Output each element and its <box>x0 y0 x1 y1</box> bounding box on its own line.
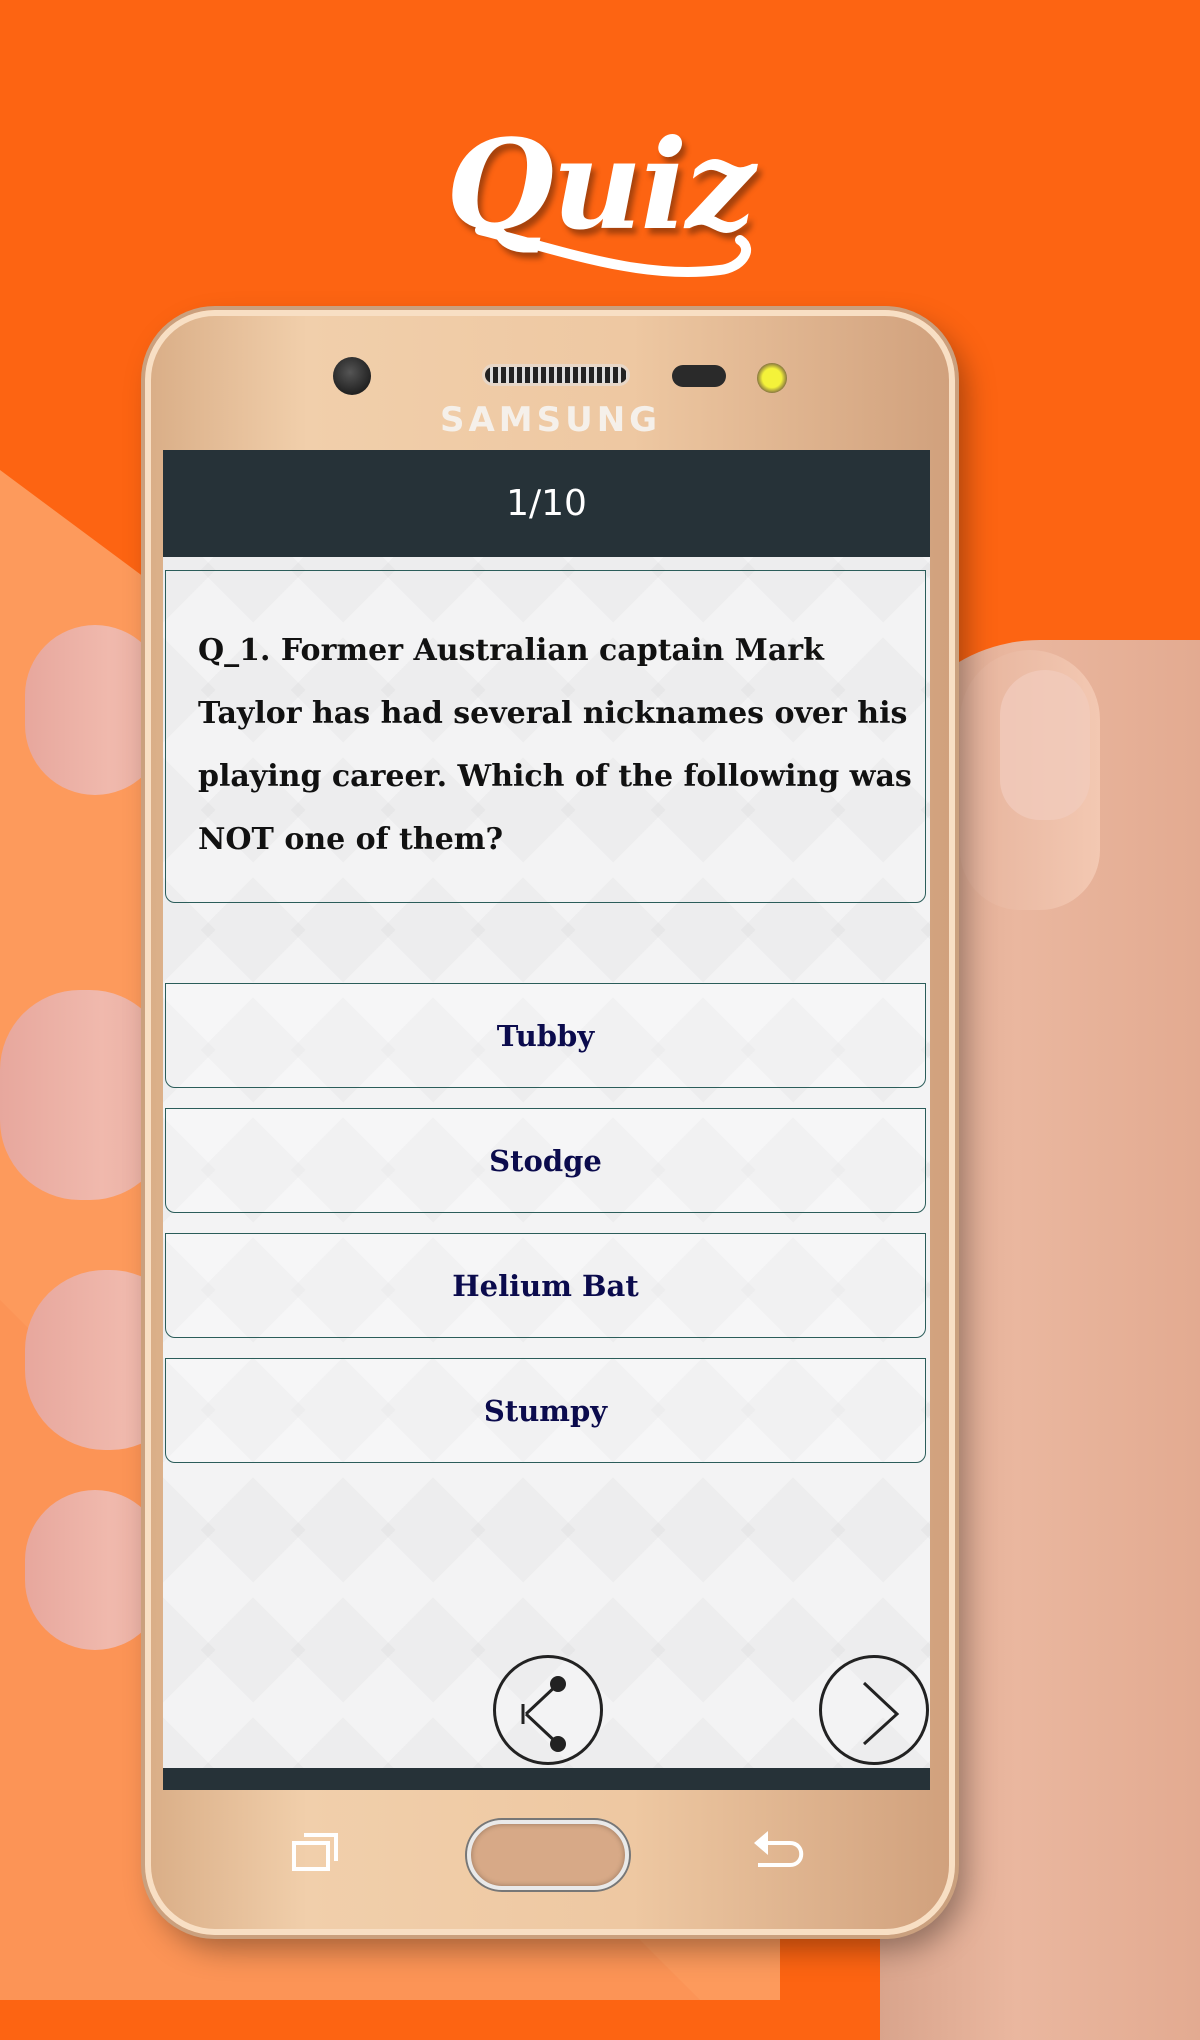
device-brand: SAMSUNG <box>440 400 662 440</box>
answer-option-4[interactable]: Stumpy <box>165 1358 926 1463</box>
proximity-sensor <box>672 365 726 387</box>
earpiece-speaker <box>482 364 630 386</box>
notification-led <box>757 363 787 393</box>
answer-option-2[interactable]: Stodge <box>165 1108 926 1213</box>
answer-option-3[interactable]: Helium Bat <box>165 1233 926 1338</box>
thumb-nail <box>1000 670 1090 820</box>
quiz-logo: Quiz <box>430 80 770 290</box>
answer-label: Helium Bat <box>452 1268 639 1303</box>
logo-swash-icon <box>475 225 751 277</box>
share-button[interactable] <box>493 1655 603 1765</box>
chevron-right-icon <box>862 1681 900 1746</box>
recent-apps-icon[interactable] <box>290 1825 344 1875</box>
answer-option-1[interactable]: Tubby <box>165 983 926 1088</box>
app-screen: 1/10 Q_1. Former Australian captain Mark… <box>163 450 930 1790</box>
answer-label: Stumpy <box>483 1393 608 1428</box>
front-camera-icon <box>333 357 371 395</box>
next-button[interactable] <box>819 1655 929 1765</box>
question-card: Q_1. Former Australian captain Mark Tayl… <box>165 570 926 903</box>
home-button[interactable] <box>467 1820 629 1890</box>
question-progress: 1/10 <box>506 483 587 524</box>
share-icon <box>521 1676 566 1752</box>
question-text: Q_1. Former Australian captain Mark Tayl… <box>198 633 912 857</box>
back-icon[interactable] <box>750 1825 810 1875</box>
progress-header: 1/10 <box>163 450 930 557</box>
hand-finger-1 <box>25 625 165 795</box>
answer-label: Stodge <box>489 1143 602 1178</box>
answer-label: Tubby <box>496 1018 595 1053</box>
bottom-bar <box>163 1768 930 1790</box>
hand-finger-4 <box>25 1490 165 1650</box>
